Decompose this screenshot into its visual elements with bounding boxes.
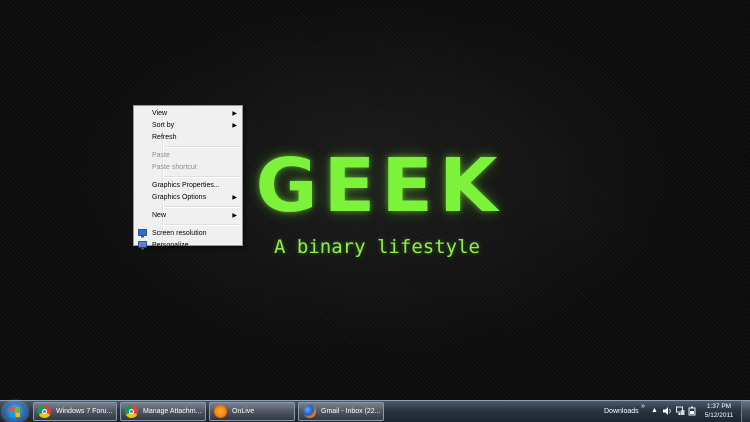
menu-item-label: Graphics Properties...	[152, 182, 220, 189]
menu-separator	[162, 146, 240, 148]
menu-item-label: Graphics Options	[152, 194, 207, 201]
menu-item-screen-resolution[interactable]: Screen resolution	[134, 228, 242, 240]
submenu-arrow-icon: ▶	[232, 213, 237, 219]
submenu-arrow-icon: ▶	[232, 195, 237, 201]
submenu-arrow-icon: ▶	[232, 123, 237, 129]
taskbar: Windows 7 Foru... Manage Attachm... OnLi…	[0, 400, 750, 422]
menu-item-view[interactable]: View ▶	[134, 108, 242, 120]
taskbar-button-label: Windows 7 Foru...	[56, 408, 113, 415]
menu-item-new[interactable]: New ▶	[134, 210, 242, 222]
show-hidden-icons-button[interactable]: ▲	[651, 405, 658, 417]
menu-item-label: View	[152, 110, 168, 117]
wallpaper-subtitle: A binary lifestyle	[274, 236, 480, 258]
menu-item-personalize[interactable]: Personalize	[134, 240, 242, 252]
downloads-toolbar[interactable]: Downloads	[604, 401, 639, 422]
menu-item-sort-by[interactable]: Sort by ▶	[134, 120, 242, 132]
desktop[interactable]: GEEK A binary lifestyle View ▶ Sort by ▶…	[0, 0, 750, 400]
taskbar-button-gmail-inbox[interactable]: Gmail - Inbox (22...	[298, 402, 384, 421]
wallpaper-title: GEEK	[255, 143, 504, 229]
show-desktop-button[interactable]	[741, 401, 750, 422]
chrome-icon	[38, 405, 51, 418]
menu-item-refresh[interactable]: Refresh	[134, 132, 242, 144]
menu-item-label: Paste shortcut	[152, 164, 197, 171]
menu-item-graphics-properties[interactable]: Graphics Properties...	[134, 180, 242, 192]
network-icon[interactable]	[676, 406, 685, 416]
onlive-icon	[214, 405, 227, 418]
menu-item-label: Sort by	[152, 122, 175, 129]
menu-item-paste-shortcut[interactable]: Paste shortcut	[134, 162, 242, 174]
volume-icon[interactable]	[663, 406, 672, 416]
menu-item-label: Screen resolution	[152, 230, 207, 237]
taskbar-button-label: OnLive	[232, 408, 255, 415]
taskbar-button-manage-attachments[interactable]: Manage Attachm...	[120, 402, 206, 421]
toolbar-chevron-icon[interactable]: »	[641, 402, 645, 412]
taskbar-button-label: Gmail - Inbox (22...	[321, 408, 381, 415]
system-clock[interactable]: 1:37 PM 5/12/2011	[701, 402, 737, 420]
menu-item-label: New	[152, 212, 167, 219]
menu-separator	[162, 206, 240, 208]
menu-item-label: Personalize	[152, 242, 189, 249]
clock-date: 5/12/2011	[704, 412, 734, 419]
taskbar-button-onlive[interactable]: OnLive	[209, 402, 295, 421]
menu-item-graphics-options[interactable]: Graphics Options ▶	[134, 192, 242, 204]
taskbar-button-windows-7-forums[interactable]: Windows 7 Foru...	[33, 402, 117, 421]
menu-item-paste[interactable]: Paste	[134, 150, 242, 162]
personalize-icon	[138, 241, 147, 250]
chrome-icon	[125, 405, 138, 418]
screen-resolution-icon	[138, 229, 147, 238]
firefox-icon	[303, 405, 316, 418]
menu-item-label: Paste	[152, 152, 170, 159]
start-button[interactable]	[3, 402, 27, 422]
desktop-context-menu: View ▶ Sort by ▶ Refresh Paste Paste sho…	[133, 105, 243, 250]
taskbar-button-label: Manage Attachm...	[143, 408, 202, 415]
clock-time: 1:37 PM	[706, 403, 732, 410]
menu-separator	[162, 176, 240, 178]
menu-separator	[162, 224, 240, 226]
submenu-arrow-icon: ▶	[232, 111, 237, 117]
power-icon[interactable]	[688, 406, 697, 416]
windows-logo-icon	[10, 407, 20, 417]
menu-item-label: Refresh	[152, 134, 177, 141]
